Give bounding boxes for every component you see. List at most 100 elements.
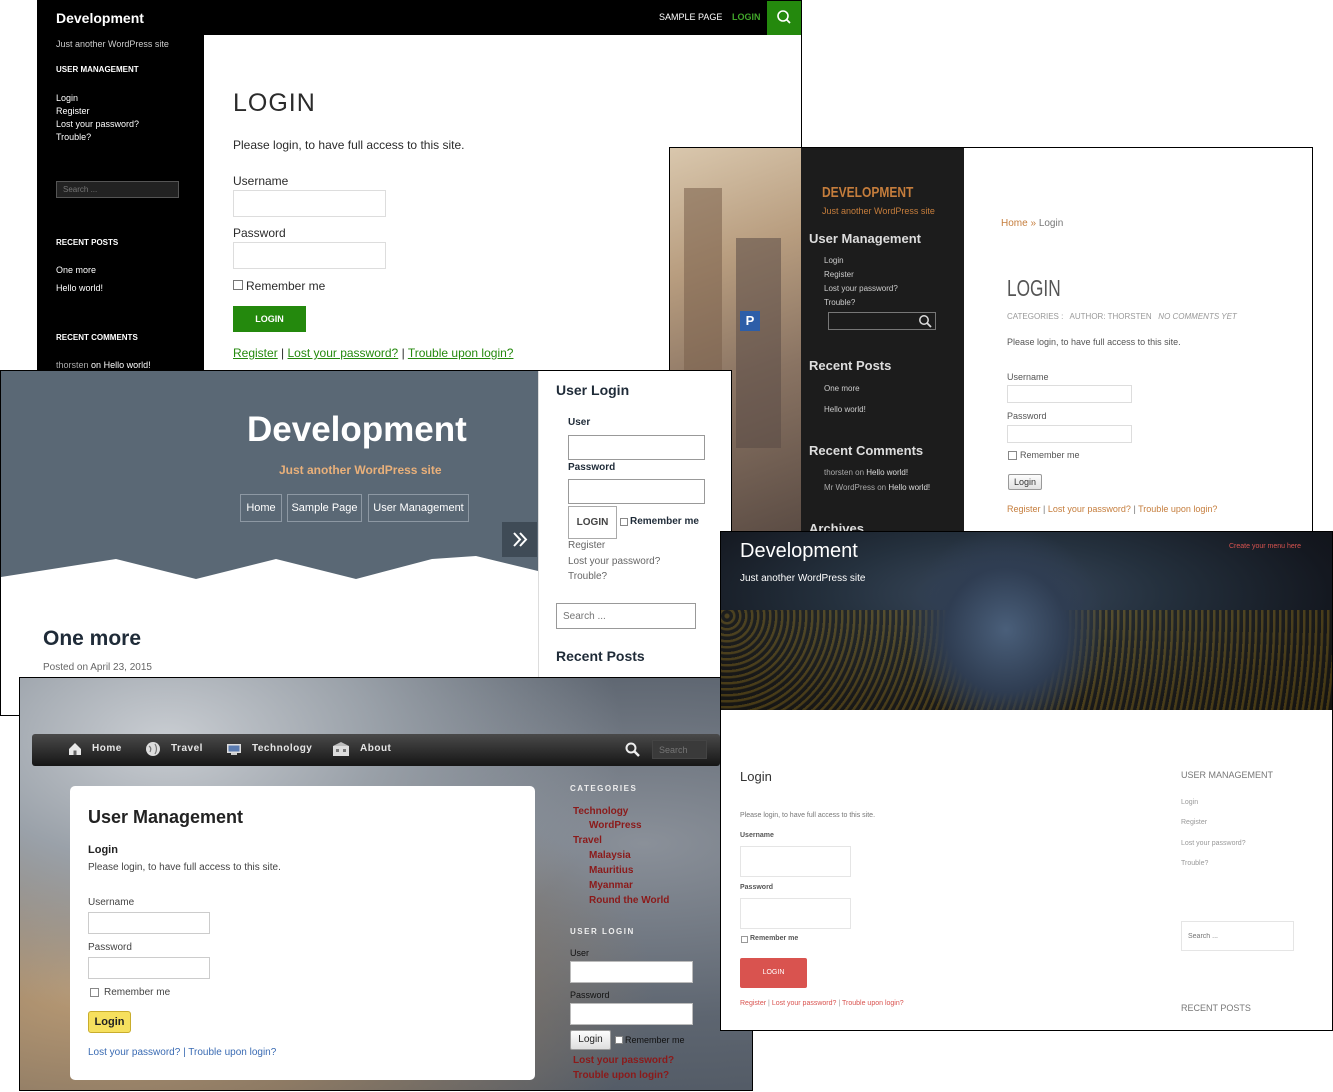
lost-password-link[interactable]: Lost your password? [568, 556, 660, 567]
comment-on: on [877, 483, 887, 492]
user-input[interactable] [568, 435, 705, 460]
link-separator: | [1133, 504, 1136, 514]
intro-text: Please login, to have full access to thi… [233, 138, 465, 152]
comment-author[interactable]: Mr WordPress [824, 483, 875, 492]
login-button[interactable]: Login [1008, 474, 1042, 490]
username-input[interactable] [88, 912, 210, 934]
remember-checkbox[interactable] [620, 518, 628, 526]
search-input[interactable] [556, 603, 696, 629]
um-link-trouble[interactable]: Trouble? [1181, 860, 1208, 867]
category-link[interactable]: Round the World [589, 895, 669, 906]
menu-link[interactable]: Create your menu here [1229, 543, 1301, 550]
category-link[interactable]: Malaysia [589, 850, 631, 861]
password-input[interactable] [740, 898, 851, 929]
link-separator: | [281, 346, 285, 360]
nav-sample-page[interactable]: Sample Page [287, 494, 362, 522]
sidebar-toggle-button[interactable] [502, 522, 537, 557]
category-link[interactable]: Technology [573, 806, 628, 817]
username-input[interactable] [233, 190, 386, 217]
sidebar: Just another WordPress site USER MANAGEM… [38, 35, 204, 371]
comment-author[interactable]: thorsten [56, 360, 89, 370]
comment-post[interactable]: Hello world! [104, 360, 151, 370]
remember-checkbox[interactable] [741, 936, 748, 943]
username-input[interactable] [1007, 385, 1132, 403]
site-title[interactable]: Development [56, 10, 144, 26]
magnifier-icon[interactable] [624, 741, 642, 759]
login-button[interactable]: LOGIN [740, 958, 807, 988]
sidebar-search-input[interactable] [828, 312, 936, 330]
register-link[interactable]: Register [1007, 504, 1041, 514]
comment-author[interactable]: thorsten [824, 468, 853, 477]
trouble-link[interactable]: Trouble upon login? [188, 1047, 276, 1058]
site-title[interactable]: DEVELOPMENT [822, 184, 913, 201]
password-input[interactable] [88, 957, 210, 979]
meta-author[interactable]: AUTHOR: THORSTEN [1070, 312, 1152, 321]
um-link-lost-password[interactable]: Lost your password? [824, 284, 898, 293]
side-user-input[interactable] [570, 961, 693, 983]
um-link-trouble[interactable]: Trouble? [56, 132, 91, 142]
sidebar-search-input[interactable] [56, 181, 179, 198]
side-remember-checkbox[interactable] [615, 1036, 623, 1044]
um-link-trouble[interactable]: Trouble? [824, 298, 855, 307]
recent-post-link[interactable]: Hello world! [56, 283, 103, 293]
um-link-lost-password[interactable]: Lost your password? [1181, 840, 1246, 847]
register-link[interactable]: Register [568, 540, 605, 551]
password-input[interactable] [233, 242, 386, 269]
recent-post-link[interactable]: One more [56, 265, 96, 275]
um-link-login[interactable]: Login [824, 256, 844, 265]
um-link-register[interactable]: Register [824, 270, 854, 279]
recent-post-link[interactable]: Hello world! [824, 405, 866, 414]
category-link[interactable]: Myanmar [589, 880, 633, 891]
trouble-link[interactable]: Trouble upon login? [842, 1000, 904, 1007]
recent-posts-heading: Recent Posts [556, 648, 645, 664]
side-lost-password-link[interactable]: Lost your password? [573, 1055, 674, 1066]
login-button[interactable]: LOGIN [568, 506, 617, 539]
remember-checkbox[interactable] [233, 280, 243, 290]
search-input[interactable] [1181, 921, 1294, 951]
um-link-login[interactable]: Login [1181, 799, 1198, 806]
register-link[interactable]: Register [740, 1000, 766, 1007]
side-login-button[interactable]: Login [570, 1030, 611, 1050]
lost-password-link[interactable]: Lost your password? [288, 346, 399, 360]
comment-on: on [91, 360, 102, 370]
nav-home[interactable]: Home [240, 494, 282, 522]
um-heading: User Management [809, 231, 921, 246]
nav-search-input[interactable] [652, 740, 707, 759]
trouble-link[interactable]: Trouble upon login? [1138, 504, 1217, 514]
site-title[interactable]: Development [247, 410, 467, 450]
password-input[interactable] [1007, 425, 1132, 443]
lost-password-link[interactable]: Lost your password? [772, 1000, 837, 1007]
um-link-lost-password[interactable]: Lost your password? [56, 119, 139, 129]
lost-password-link[interactable]: Lost your password? [88, 1047, 180, 1058]
search-toggle-button[interactable] [767, 1, 801, 35]
comment-post[interactable]: Hello world! [888, 483, 930, 492]
post-title[interactable]: One more [43, 627, 141, 651]
um-link-register[interactable]: Register [1181, 819, 1207, 826]
trouble-link[interactable]: Trouble? [568, 571, 607, 582]
login-button[interactable]: Login [88, 1011, 131, 1033]
page-title: LOGIN [233, 89, 316, 117]
um-link-login[interactable]: Login [56, 93, 78, 103]
remember-checkbox[interactable] [1008, 451, 1017, 460]
um-link-register[interactable]: Register [56, 106, 90, 116]
side-password-input[interactable] [570, 1003, 693, 1025]
meta-comments[interactable]: NO COMMENTS YET [1158, 312, 1237, 321]
side-trouble-link[interactable]: Trouble upon login? [573, 1070, 669, 1081]
register-link[interactable]: Register [233, 346, 278, 360]
username-input[interactable] [740, 846, 851, 877]
remember-checkbox[interactable] [90, 988, 99, 997]
login-button[interactable]: LOGIN [233, 306, 306, 332]
site-title[interactable]: Development [740, 540, 858, 563]
lost-password-link[interactable]: Lost your password? [1048, 504, 1131, 514]
category-link[interactable]: Travel [573, 835, 602, 846]
category-link[interactable]: Mauritius [589, 865, 633, 876]
nav-sample-page[interactable]: SAMPLE PAGE [659, 12, 722, 22]
recent-post-link[interactable]: One more [824, 384, 860, 393]
comment-post[interactable]: Hello world! [866, 468, 908, 477]
nav-user-management[interactable]: User Management [368, 494, 469, 522]
category-link[interactable]: WordPress [589, 820, 642, 831]
nav-login[interactable]: LOGIN [732, 12, 761, 22]
trouble-link[interactable]: Trouble upon login? [408, 346, 514, 360]
password-input[interactable] [568, 479, 705, 504]
breadcrumb-home[interactable]: Home [1001, 218, 1028, 229]
